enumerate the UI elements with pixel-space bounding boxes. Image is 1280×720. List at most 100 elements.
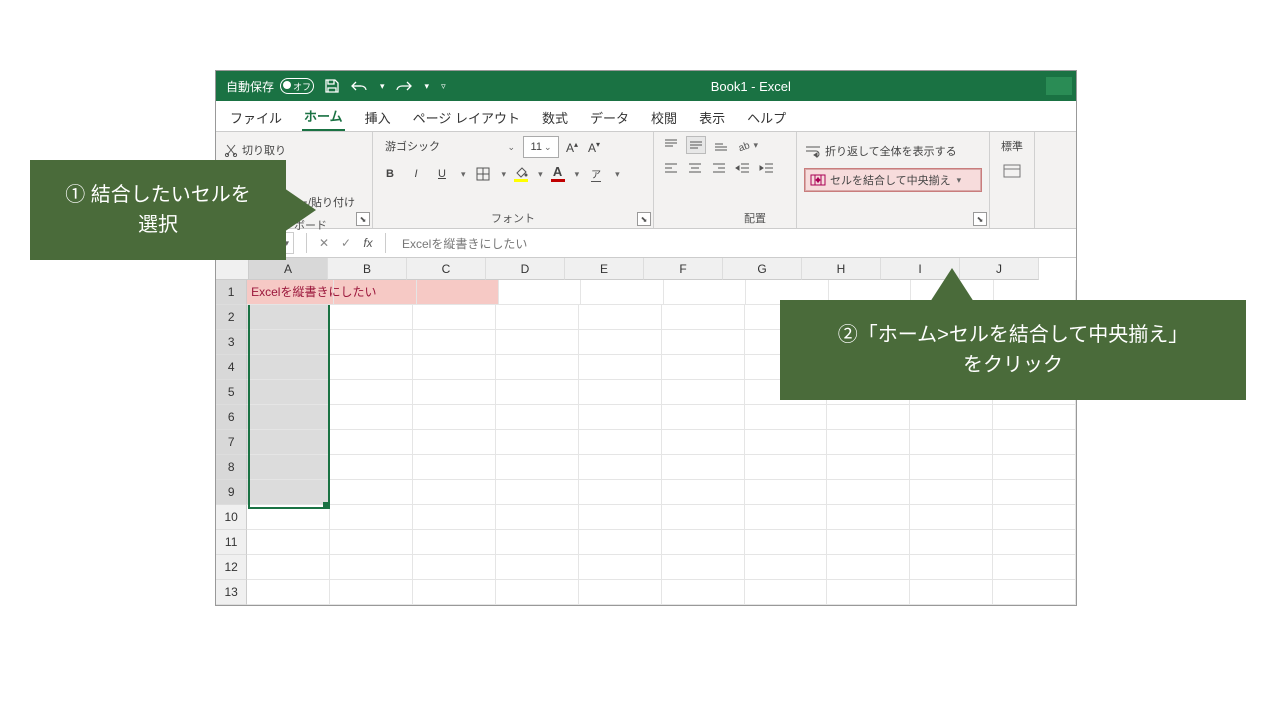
cell-B7[interactable]: [330, 430, 413, 455]
cell-I11[interactable]: [910, 530, 993, 555]
cell-F8[interactable]: [662, 455, 745, 480]
row-header-4[interactable]: 4: [216, 355, 247, 380]
fill-color-button[interactable]: [514, 166, 528, 182]
cell-E11[interactable]: [579, 530, 662, 555]
cell-B13[interactable]: [330, 580, 413, 605]
cell-I9[interactable]: [910, 480, 993, 505]
cell-A7[interactable]: [247, 430, 330, 455]
cell-G7[interactable]: [745, 430, 828, 455]
cell-I12[interactable]: [910, 555, 993, 580]
cell-C12[interactable]: [413, 555, 496, 580]
cell-B12[interactable]: [330, 555, 413, 580]
cell-A13[interactable]: [247, 580, 330, 605]
cell-A11[interactable]: [247, 530, 330, 555]
cancel-formula-icon[interactable]: ✕: [313, 236, 335, 250]
cell-A8[interactable]: [247, 455, 330, 480]
cell-B5[interactable]: [330, 380, 413, 405]
tab-校閲[interactable]: 校閲: [649, 102, 679, 131]
cell-D6[interactable]: [496, 405, 579, 430]
cell-F12[interactable]: [662, 555, 745, 580]
cell-J7[interactable]: [993, 430, 1076, 455]
font-color-button[interactable]: A: [551, 166, 565, 182]
cell-A4[interactable]: [247, 355, 330, 380]
cell-C11[interactable]: [413, 530, 496, 555]
col-header-B[interactable]: B: [328, 258, 407, 280]
cell-I7[interactable]: [910, 430, 993, 455]
cell-I6[interactable]: [910, 405, 993, 430]
cell-J12[interactable]: [993, 555, 1076, 580]
cell-E1[interactable]: [581, 280, 663, 305]
cell-D10[interactable]: [496, 505, 579, 530]
cell-D5[interactable]: [496, 380, 579, 405]
cell-E3[interactable]: [579, 330, 662, 355]
cell-D2[interactable]: [496, 305, 579, 330]
cell-H11[interactable]: [827, 530, 910, 555]
cell-B10[interactable]: [330, 505, 413, 530]
cell-F9[interactable]: [662, 480, 745, 505]
cell-F13[interactable]: [662, 580, 745, 605]
cell-H9[interactable]: [827, 480, 910, 505]
align-bottom-icon[interactable]: [712, 137, 730, 153]
cell-B2[interactable]: [330, 305, 413, 330]
align-top-icon[interactable]: [662, 137, 680, 153]
cell-E9[interactable]: [579, 480, 662, 505]
number-format-label[interactable]: 標準: [1001, 138, 1023, 154]
cell-C10[interactable]: [413, 505, 496, 530]
cell-J10[interactable]: [993, 505, 1076, 530]
tab-ヘルプ[interactable]: ヘルプ: [745, 102, 788, 131]
enter-formula-icon[interactable]: ✓: [335, 236, 357, 250]
cell-D1[interactable]: [499, 280, 581, 305]
cut-button[interactable]: 切り取り: [224, 137, 364, 162]
cell-G6[interactable]: [745, 405, 828, 430]
cell-D8[interactable]: [496, 455, 579, 480]
tab-ページ レイアウト[interactable]: ページ レイアウト: [411, 102, 522, 131]
cell-A6[interactable]: [247, 405, 330, 430]
formula-value[interactable]: Excelを縦書きにしたい: [392, 235, 1076, 252]
col-header-E[interactable]: E: [565, 258, 644, 280]
decrease-indent-icon[interactable]: [734, 160, 752, 176]
cell-B4[interactable]: [330, 355, 413, 380]
cell-E7[interactable]: [579, 430, 662, 455]
redo-icon[interactable]: [395, 79, 413, 93]
row-header-6[interactable]: 6: [216, 405, 247, 430]
tab-表示[interactable]: 表示: [697, 102, 727, 131]
col-header-D[interactable]: D: [486, 258, 565, 280]
cell-D7[interactable]: [496, 430, 579, 455]
cell-E2[interactable]: [579, 305, 662, 330]
cell-J9[interactable]: [993, 480, 1076, 505]
align-right-icon[interactable]: [710, 160, 728, 176]
cell-D11[interactable]: [496, 530, 579, 555]
save-icon[interactable]: [324, 78, 340, 94]
fx-icon[interactable]: fx: [357, 236, 379, 250]
cell-A2[interactable]: [247, 305, 330, 330]
cell-J11[interactable]: [993, 530, 1076, 555]
cell-A9[interactable]: [247, 480, 330, 505]
cell-E6[interactable]: [579, 405, 662, 430]
bold-button[interactable]: B: [381, 164, 399, 184]
cell-I8[interactable]: [910, 455, 993, 480]
align-left-icon[interactable]: [662, 160, 680, 176]
tab-データ[interactable]: データ: [588, 102, 631, 131]
underline-button[interactable]: U: [433, 164, 451, 184]
clipboard-dialog-icon[interactable]: ⬊: [356, 212, 370, 226]
cell-D9[interactable]: [496, 480, 579, 505]
cell-E5[interactable]: [579, 380, 662, 405]
cell-C8[interactable]: [413, 455, 496, 480]
cell-C4[interactable]: [413, 355, 496, 380]
cell-F3[interactable]: [662, 330, 745, 355]
number-format-icon[interactable]: [1003, 164, 1021, 181]
cell-B9[interactable]: [330, 480, 413, 505]
cell-J6[interactable]: [993, 405, 1076, 430]
cell-C3[interactable]: [413, 330, 496, 355]
cell-E13[interactable]: [579, 580, 662, 605]
tab-ファイル[interactable]: ファイル: [228, 102, 284, 131]
cell-F5[interactable]: [662, 380, 745, 405]
cell-I13[interactable]: [910, 580, 993, 605]
cell-A1[interactable]: Excelを縦書きにしたい: [247, 280, 334, 305]
cell-F7[interactable]: [662, 430, 745, 455]
row-header-2[interactable]: 2: [216, 305, 247, 330]
cell-C9[interactable]: [413, 480, 496, 505]
cell-D12[interactable]: [496, 555, 579, 580]
cell-I10[interactable]: [910, 505, 993, 530]
cell-J8[interactable]: [993, 455, 1076, 480]
